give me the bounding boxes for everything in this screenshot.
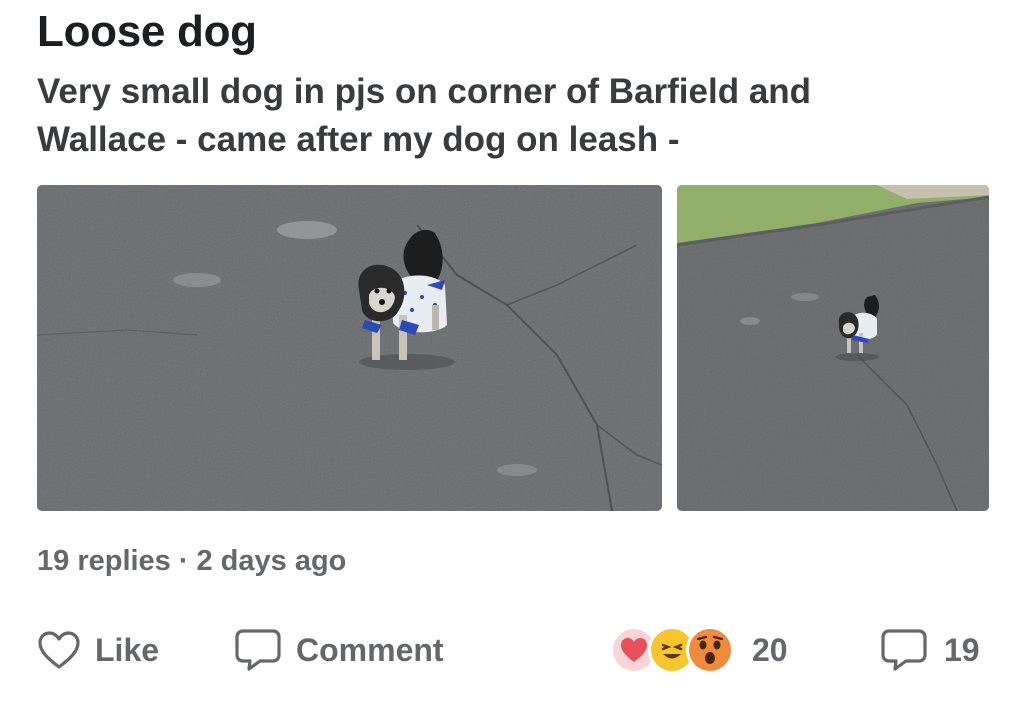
comment-button[interactable]: Comment [234, 622, 444, 678]
like-label: Like [95, 631, 160, 668]
post-actions: Like Comment 20 19 [0, 622, 1024, 678]
heart-outline-icon [37, 630, 81, 670]
dog-photo-image [37, 185, 662, 511]
comment-label: Comment [296, 631, 444, 668]
post-time: 2 days ago [196, 545, 347, 577]
post-body: Very small dog in pjs on corner of Barfi… [37, 72, 812, 159]
comment-count: 19 [944, 631, 980, 668]
meta-separator: · [178, 545, 189, 577]
post-title: Loose dog [37, 7, 257, 56]
dog-photo-image [677, 185, 989, 511]
like-button[interactable]: Like [37, 622, 159, 678]
comment-bubble-icon [880, 628, 928, 672]
post-meta: 19 replies · 2 days ago [37, 545, 346, 578]
post-photo-main[interactable] [37, 185, 662, 511]
reaction-count: 20 [752, 631, 788, 668]
comment-bubble-icon [234, 628, 282, 672]
comment-count-button[interactable]: 19 [880, 622, 980, 678]
post-photo-secondary[interactable] [677, 185, 989, 511]
reply-count[interactable]: 19 replies [37, 545, 171, 578]
reaction-icons [610, 626, 734, 674]
reaction-summary[interactable]: 20 [610, 622, 788, 678]
surprised-reaction-icon [686, 626, 734, 674]
